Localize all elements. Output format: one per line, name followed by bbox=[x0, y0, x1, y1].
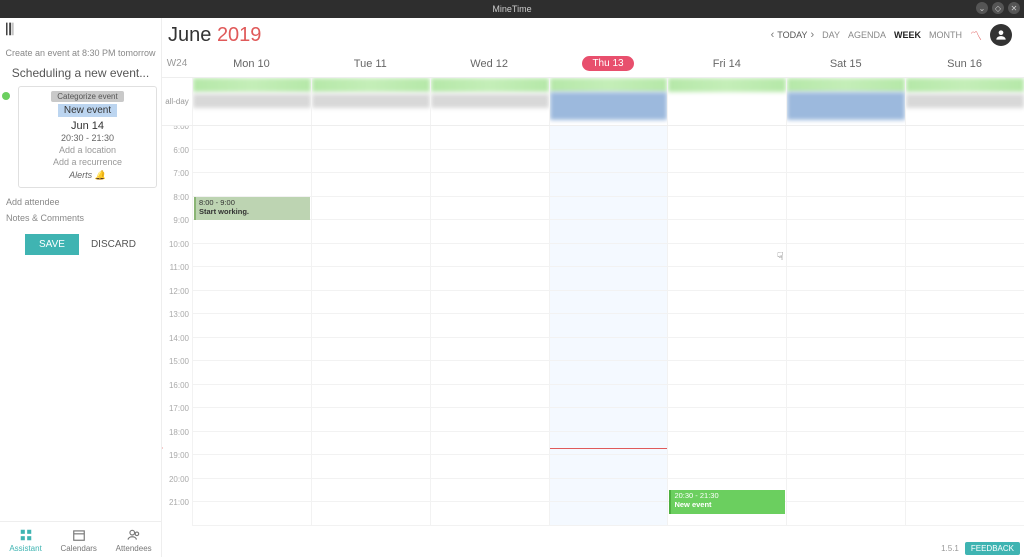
now-indicator bbox=[550, 448, 668, 449]
day-header[interactable]: Fri 14 bbox=[667, 50, 786, 77]
tab-assistant[interactable]: Assistant bbox=[9, 528, 41, 553]
day-header[interactable]: Tue 11 bbox=[311, 50, 430, 77]
alerts-row[interactable]: Alerts 🔔 bbox=[23, 170, 152, 181]
calendar-header: June 2019 ‹ TODAY › DAY AGENDA WEEK MONTH 〽 bbox=[162, 18, 1024, 50]
hour-label: 8:00 bbox=[162, 193, 192, 217]
sidebar: 𝄃𝄃 Create an event at 8:30 PM tomorrow S… bbox=[0, 18, 162, 557]
allday-cell[interactable] bbox=[430, 78, 549, 125]
day-column[interactable] bbox=[430, 126, 549, 526]
hour-label: 15:00 bbox=[162, 357, 192, 381]
hour-label: 12:00 bbox=[162, 287, 192, 311]
time-grid: 5:006:007:008:009:0010:0011:0012:0013:00… bbox=[162, 126, 1024, 526]
allday-cell[interactable] bbox=[667, 78, 786, 125]
allday-cell[interactable] bbox=[905, 78, 1024, 125]
day-header[interactable]: Wed 12 bbox=[430, 50, 549, 77]
attendees-icon bbox=[127, 528, 141, 542]
hour-label: 16:00 bbox=[162, 381, 192, 405]
status-bar: 1.5.1 FEEDBACK bbox=[937, 540, 1024, 557]
next-period-button[interactable]: › bbox=[810, 29, 814, 41]
hour-gutter: 5:006:007:008:009:0010:0011:0012:0013:00… bbox=[162, 126, 192, 526]
window-titlebar: MineTime ⌄ ◇ ✕ bbox=[0, 0, 1024, 18]
day-header[interactable]: Thu 13 bbox=[549, 50, 668, 77]
day-column[interactable]: 20:30 - 21:30New event bbox=[667, 126, 786, 526]
hour-label: 7:00 bbox=[162, 169, 192, 193]
window-minimize[interactable]: ⌄ bbox=[976, 2, 988, 14]
view-tab-week[interactable]: WEEK bbox=[894, 30, 921, 40]
view-tab-day[interactable]: DAY bbox=[822, 30, 840, 40]
view-tab-month[interactable]: MONTH bbox=[929, 30, 962, 40]
calendar-event[interactable]: 20:30 - 21:30New event bbox=[669, 490, 785, 514]
allday-cell[interactable] bbox=[786, 78, 905, 125]
app-title: MineTime bbox=[492, 4, 531, 14]
hamburger-menu-icon[interactable]: 𝄃𝄃 bbox=[0, 18, 161, 44]
hour-label: 14:00 bbox=[162, 334, 192, 358]
allday-row: all-day bbox=[162, 78, 1024, 126]
hour-label: 21:00 bbox=[162, 498, 192, 522]
hour-label: 20:00 bbox=[162, 475, 192, 499]
main-panel: June 2019 ‹ TODAY › DAY AGENDA WEEK MONTH 〽… bbox=[162, 18, 1024, 557]
discard-button[interactable]: DISCARD bbox=[91, 234, 136, 255]
event-card: Categorize event New event Jun 14 20:30 … bbox=[18, 86, 157, 188]
event-time[interactable]: 20:30 - 21:30 bbox=[23, 133, 152, 143]
day-column[interactable] bbox=[786, 126, 905, 526]
view-tab-agenda[interactable]: AGENDA bbox=[848, 30, 886, 40]
now-indicator-marker bbox=[162, 445, 163, 451]
create-event-hint[interactable]: Create an event at 8:30 PM tomorrow bbox=[0, 44, 161, 64]
view-switcher: DAY AGENDA WEEK MONTH bbox=[822, 30, 962, 40]
version-label: 1.5.1 bbox=[941, 544, 959, 553]
sidebar-title: Scheduling a new event... bbox=[0, 64, 161, 86]
hour-label: 6:00 bbox=[162, 146, 192, 170]
day-column[interactable] bbox=[311, 126, 430, 526]
prev-period-button[interactable]: ‹ bbox=[771, 29, 775, 41]
categorize-badge[interactable]: Categorize event bbox=[51, 91, 123, 102]
hour-label: 17:00 bbox=[162, 404, 192, 428]
window-maximize[interactable]: ◇ bbox=[992, 2, 1004, 14]
hour-label: 11:00 bbox=[162, 263, 192, 287]
day-header[interactable]: Sun 16 bbox=[905, 50, 1024, 77]
month-year-label: June 2019 bbox=[168, 24, 261, 47]
calendar-event[interactable]: 8:00 - 9:00Start working. bbox=[194, 197, 310, 221]
user-avatar[interactable] bbox=[990, 24, 1012, 46]
assistant-icon bbox=[19, 528, 33, 542]
bell-icon: 🔔 bbox=[95, 170, 106, 180]
day-header[interactable]: Mon 10 bbox=[192, 50, 311, 77]
hour-label: 9:00 bbox=[162, 216, 192, 240]
save-button[interactable]: SAVE bbox=[25, 234, 79, 255]
event-date[interactable]: Jun 14 bbox=[23, 120, 152, 132]
days-header: W24 Mon 10Tue 11Wed 12Thu 13Fri 14Sat 15… bbox=[162, 50, 1024, 78]
hour-label: 13:00 bbox=[162, 310, 192, 334]
tab-calendars[interactable]: Calendars bbox=[60, 528, 96, 553]
calendar-icon bbox=[72, 528, 86, 542]
allday-cell[interactable] bbox=[549, 78, 668, 125]
add-recurrence-link[interactable]: Add a recurrence bbox=[23, 157, 152, 167]
event-name-input[interactable]: New event bbox=[58, 104, 117, 117]
hour-label: 5:00 bbox=[162, 126, 192, 146]
hour-label: 10:00 bbox=[162, 240, 192, 264]
feedback-button[interactable]: FEEDBACK bbox=[965, 542, 1020, 555]
day-column[interactable] bbox=[905, 126, 1024, 526]
add-attendee-link[interactable]: Add attendee bbox=[6, 194, 155, 210]
user-icon bbox=[994, 28, 1008, 42]
hour-label: 19:00 bbox=[162, 451, 192, 475]
window-close[interactable]: ✕ bbox=[1008, 2, 1020, 14]
day-column[interactable]: 8:00 - 9:00Start working. bbox=[192, 126, 311, 526]
tab-attendees[interactable]: Attendees bbox=[116, 528, 152, 553]
day-header[interactable]: Sat 15 bbox=[786, 50, 905, 77]
allday-cell[interactable] bbox=[311, 78, 430, 125]
allday-label: all-day bbox=[162, 78, 192, 125]
calendar-color-dot[interactable] bbox=[2, 92, 10, 100]
hour-label: 18:00 bbox=[162, 428, 192, 452]
today-button[interactable]: TODAY bbox=[777, 30, 807, 40]
notes-comments-link[interactable]: Notes & Comments bbox=[6, 210, 155, 226]
analytics-icon[interactable]: 〽 bbox=[970, 27, 982, 44]
add-location-link[interactable]: Add a location bbox=[23, 145, 152, 155]
day-column[interactable] bbox=[549, 126, 668, 526]
week-number: W24 bbox=[162, 50, 192, 77]
allday-cell[interactable] bbox=[192, 78, 311, 125]
